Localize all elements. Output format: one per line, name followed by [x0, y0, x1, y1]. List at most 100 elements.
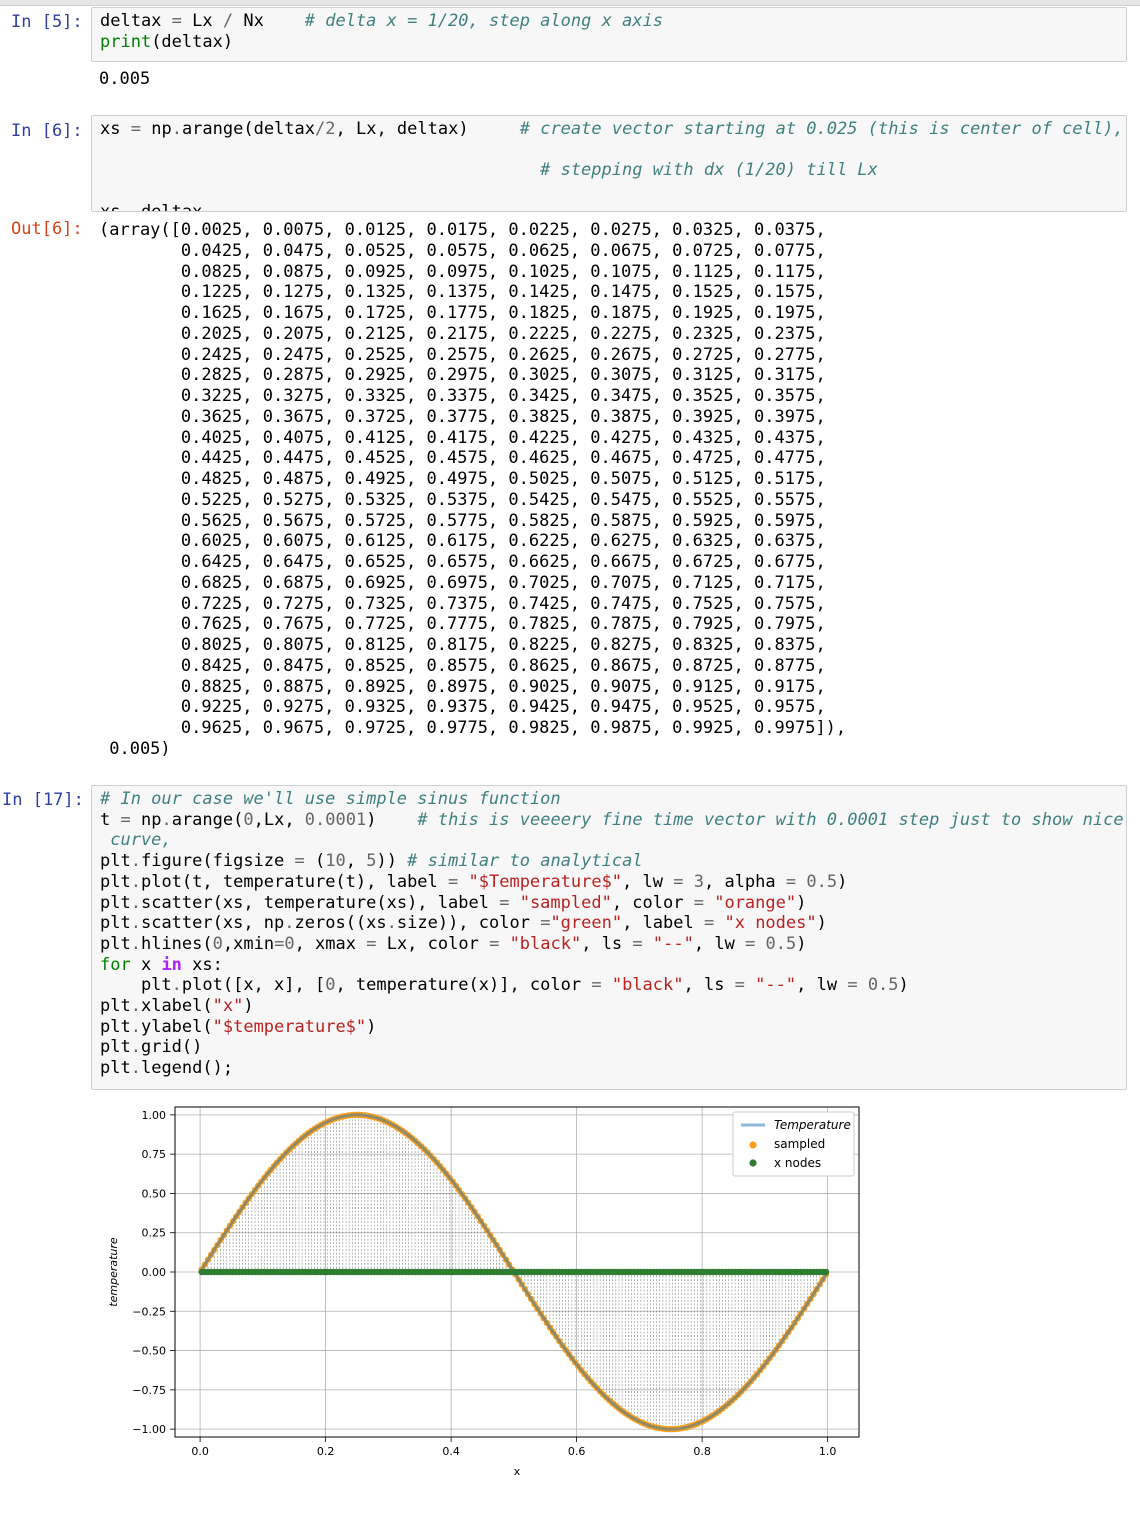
code-token: "black": [611, 975, 684, 996]
legend-sampled-swatch: [749, 1141, 757, 1149]
code-token: "x": [212, 996, 244, 1017]
code-token: , label: [622, 913, 704, 934]
x-tick-label: 0.8: [693, 1445, 711, 1458]
code-token: ): [366, 1016, 377, 1037]
x-tick-label: 0.2: [317, 1445, 335, 1458]
code-token: .: [171, 975, 182, 996]
code-token: scatter(xs, np: [140, 913, 285, 934]
code-token: plt: [100, 1058, 131, 1079]
code-token: xs, deltax: [100, 201, 203, 212]
code-token: arange(deltax: [181, 119, 315, 139]
code-token: =: [847, 975, 858, 996]
code-token: =: [274, 933, 285, 954]
code-token: grid(): [140, 1037, 203, 1058]
code-token: legend();: [140, 1058, 234, 1079]
code-token: =: [171, 11, 182, 31]
cell-6-output: (array([0.0025, 0.0075, 0.0125, 0.0175, …: [99, 220, 847, 759]
code-token: "--": [755, 975, 797, 996]
code-token: plot([x, x], [: [181, 975, 326, 996]
y-axis-label: temperature: [107, 1237, 120, 1307]
code-token: arange(: [171, 809, 244, 830]
code-token: =: [499, 892, 510, 913]
code-token: plt: [100, 996, 131, 1017]
code-token: ): [837, 871, 848, 892]
code-token: # create vector starting at 0.025 (this …: [519, 119, 1124, 139]
x-tick-label: 0.4: [442, 1445, 460, 1458]
code-token: x: [130, 954, 162, 975]
code-token: "--": [652, 933, 694, 954]
cell-17-input[interactable]: # In our case we'll use simple sinus fun…: [91, 785, 1127, 1090]
cell-5-input[interactable]: deltax = Lx / Nx # delta x = 1/20, step …: [91, 7, 1127, 62]
code-token: # delta x = 1/20, step along x axis: [304, 11, 663, 31]
code-token: Nx: [233, 11, 305, 31]
code-token: , ls: [683, 975, 735, 996]
code-token: =: [693, 892, 704, 913]
y-tick-label: −1.00: [132, 1423, 166, 1436]
legend-label: sampled: [774, 1137, 825, 1151]
code-token: 0.5: [765, 933, 797, 954]
code-token: =: [745, 933, 756, 954]
y-tick-label: 1.00: [142, 1109, 167, 1122]
cell-17-code[interactable]: # In our case we'll use simple sinus fun…: [100, 789, 1124, 1079]
code-token: .: [171, 119, 182, 139]
cell-6-input[interactable]: xs = np.arange(deltax/2, Lx, deltax) # c…: [91, 115, 1127, 212]
code-token: # similar to analytical: [407, 851, 643, 872]
y-tick-label: −0.75: [132, 1384, 166, 1397]
code-token: for: [100, 954, 131, 975]
code-token: 0.5: [867, 975, 899, 996]
code-token: =: [294, 851, 305, 872]
code-token: "green": [550, 913, 623, 934]
code-token: =: [673, 871, 684, 892]
code-token: ): [366, 809, 418, 830]
code-token: 0: [284, 933, 295, 954]
code-token: .: [130, 913, 141, 934]
code-token: xs:: [181, 954, 223, 975]
code-token: 0: [243, 809, 254, 830]
code-token: ,Lx,: [253, 809, 305, 830]
code-token: np: [130, 809, 162, 830]
code-token: , temperature(x)], color: [335, 975, 592, 996]
code-token: =: [120, 809, 131, 830]
code-token: np: [140, 119, 172, 139]
code-token: "black": [509, 933, 582, 954]
code-token: zeros((xs: [294, 913, 387, 934]
code-token: scatter(xs, temperature(xs), label: [140, 892, 500, 913]
cell-6-prompt: In [6]:: [11, 121, 83, 141]
y-tick-label: 0.75: [142, 1148, 167, 1161]
x-axis-label: x: [514, 1465, 521, 1478]
code-token: =: [130, 119, 141, 139]
code-token: (deltax): [151, 31, 234, 52]
code-token: in: [161, 954, 182, 975]
code-token: .: [130, 933, 141, 954]
code-token: Lx, color: [376, 933, 490, 954]
cell-5-code[interactable]: deltax = Lx / Nx # delta x = 1/20, step …: [100, 11, 1118, 52]
code-token: ): [796, 933, 807, 954]
code-token: .: [130, 1016, 141, 1037]
code-token: t: [100, 809, 121, 830]
code-token: (: [304, 851, 326, 872]
code-token: 2: [325, 119, 336, 139]
cell-5-output: 0.005: [99, 69, 151, 89]
x-tick-label: 1.0: [819, 1445, 837, 1458]
code-token: ): [796, 892, 807, 913]
code-token: , ls: [581, 933, 633, 954]
notebook-top-border: [0, 0, 1140, 6]
code-token: =: [448, 871, 459, 892]
cell-17-plot-output: 0.0 0.2 0.4 0.6 0.8 1.0 1.00 0.75 0.50 0.25 0.00 −0…: [91, 1100, 871, 1500]
cell-6-code[interactable]: xs = np.arange(deltax/2, Lx, deltax) # c…: [100, 119, 1124, 212]
code-token: plt: [100, 1037, 131, 1058]
code-token: 5: [366, 851, 377, 872]
code-token: plt: [100, 1016, 131, 1037]
code-token: =: [632, 933, 643, 954]
cell-6-out-prompt: Out[6]:: [11, 219, 83, 239]
code-token: ,xmin: [222, 933, 275, 954]
code-token: .: [284, 913, 295, 934]
code-token: "$Temperature$": [468, 871, 623, 892]
